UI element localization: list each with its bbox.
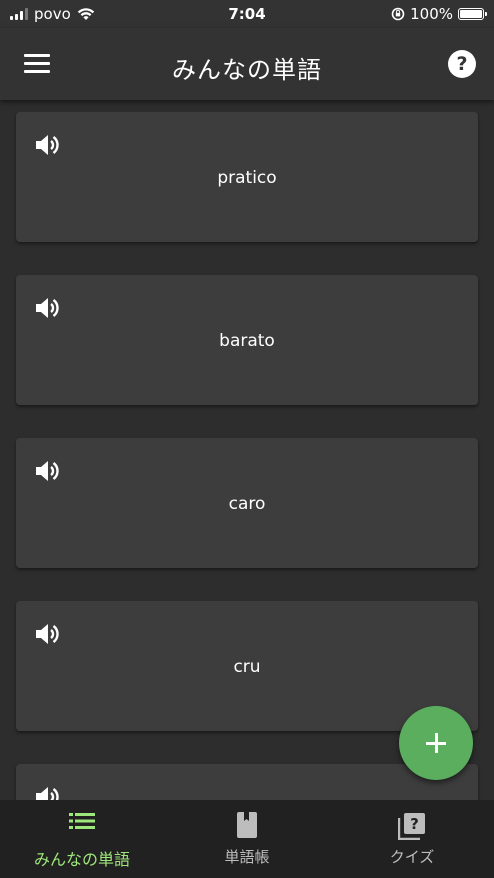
nav-label: みんなの単語	[33, 850, 130, 869]
battery-percent: 100%	[410, 5, 453, 23]
nav-label: クイズ	[389, 848, 435, 866]
speaker-icon[interactable]	[34, 784, 62, 800]
svg-text:?: ?	[410, 815, 419, 833]
word-text: cru	[233, 657, 261, 677]
book-icon	[237, 812, 257, 838]
word-text: barato	[219, 331, 275, 351]
word-card[interactable]: pratico	[16, 112, 478, 242]
battery-icon	[458, 8, 487, 20]
word-card[interactable]: cru	[16, 601, 478, 731]
help-icon[interactable]: ?	[448, 50, 476, 78]
app-bar: みんなの単語 ?	[0, 28, 494, 100]
quiz-icon: ?	[398, 813, 425, 840]
word-text: caro	[228, 494, 266, 514]
word-list[interactable]: pratico barato caro cru	[0, 100, 494, 800]
bottom-navigation: みんなの単語 単語帳 ? クイズ	[0, 800, 494, 878]
app-screen: povo 7:04 100% みんなの単語 ? pratico barato c…	[0, 0, 494, 878]
nav-item-quiz[interactable]: ? クイズ	[330, 800, 494, 878]
orientation-lock-icon	[391, 7, 405, 21]
speaker-icon[interactable]	[34, 458, 62, 484]
speaker-icon[interactable]	[34, 295, 62, 321]
nav-item-everyone-words[interactable]: みんなの単語	[0, 800, 164, 878]
status-right: 100%	[391, 5, 487, 23]
speaker-icon[interactable]	[34, 621, 62, 647]
add-word-button[interactable]	[399, 706, 473, 780]
speaker-icon[interactable]	[34, 132, 62, 158]
word-card[interactable]	[16, 764, 478, 800]
nav-label: 単語帳	[224, 848, 270, 866]
word-text: pratico	[217, 168, 277, 188]
page-title: みんなの単語	[172, 56, 322, 84]
word-card[interactable]: barato	[16, 275, 478, 405]
status-bar: povo 7:04 100%	[0, 0, 494, 28]
list-icon	[69, 813, 95, 829]
nav-item-wordbook[interactable]: 単語帳	[165, 800, 329, 878]
word-card[interactable]: caro	[16, 438, 478, 568]
